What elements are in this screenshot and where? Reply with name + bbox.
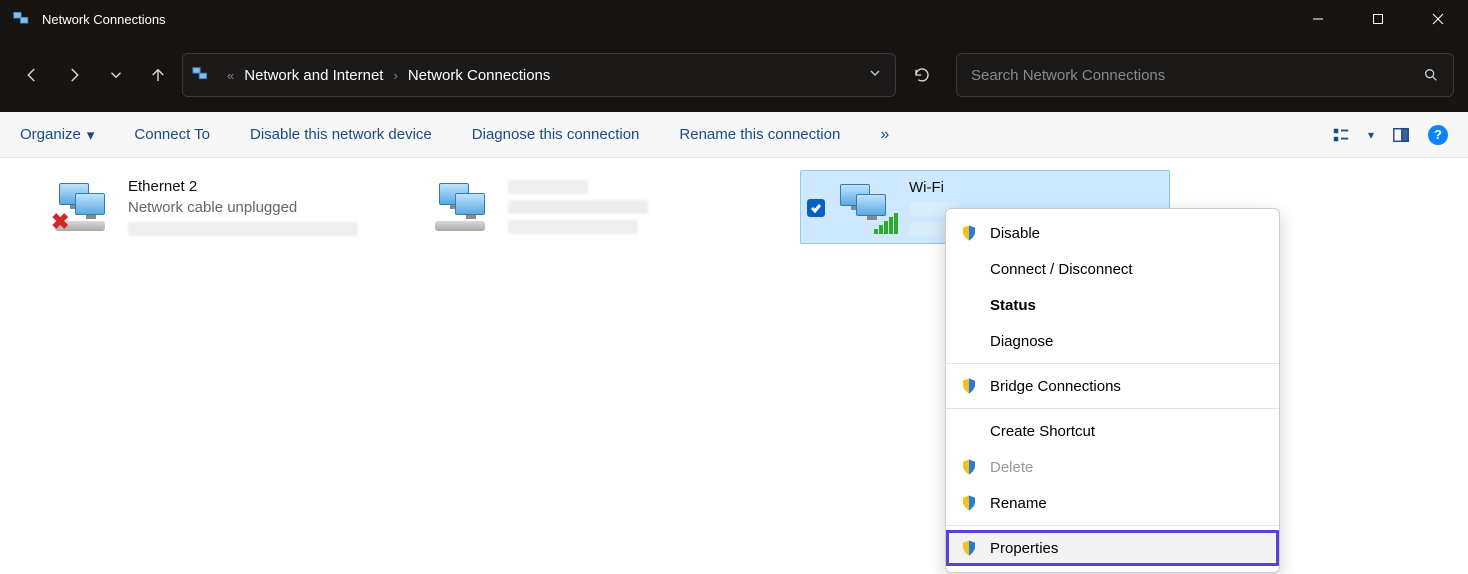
ctx-rename[interactable]: Rename: [946, 485, 1279, 521]
view-options-button[interactable]: [1332, 126, 1350, 144]
ctx-bridge[interactable]: Bridge Connections: [946, 368, 1279, 404]
selection-check-icon: [807, 199, 825, 217]
ctx-delete: Delete: [946, 449, 1279, 485]
adapter-item-ethernet[interactable]: ✖ Ethernet 2 Network cable unplugged: [40, 170, 410, 244]
ctx-create-shortcut[interactable]: Create Shortcut: [946, 413, 1279, 449]
command-bar: Organize ▾ Connect To Disable this netwo…: [0, 112, 1468, 158]
ctx-label: Properties: [990, 540, 1265, 557]
help-button[interactable]: ?: [1428, 125, 1448, 145]
preview-pane-button[interactable]: [1392, 126, 1410, 144]
adapter-item-generic[interactable]: [420, 170, 790, 244]
shield-icon: [960, 539, 978, 557]
overflow-button[interactable]: »: [880, 126, 889, 144]
adapter-status-redacted: [508, 200, 648, 214]
shield-icon: [960, 458, 978, 476]
ctx-label: Diagnose: [990, 333, 1265, 350]
adapter-icon: [829, 177, 899, 237]
disable-device-label: Disable this network device: [250, 126, 432, 143]
ctx-label: Connect / Disconnect: [990, 261, 1265, 278]
shield-icon: [960, 377, 978, 395]
ctx-label: Create Shortcut: [990, 423, 1265, 440]
forward-button[interactable]: [56, 57, 92, 93]
search-box[interactable]: [956, 53, 1454, 97]
rename-connection-button[interactable]: Rename this connection: [679, 126, 840, 143]
chevron-right-icon: ›: [387, 68, 403, 83]
back-button[interactable]: [14, 57, 50, 93]
context-menu: Disable Connect / Disconnect Status Diag…: [945, 208, 1280, 573]
ctx-separator: [946, 408, 1279, 409]
window-title: Network Connections: [42, 12, 166, 27]
breadcrumb-seg-2[interactable]: Network Connections: [408, 67, 551, 84]
navbar: « Network and Internet › Network Connect…: [0, 38, 1468, 112]
ctx-diagnose[interactable]: Diagnose: [946, 323, 1279, 359]
adapter-icon: [428, 176, 498, 236]
ctx-separator: [946, 525, 1279, 526]
diagnose-connection-button[interactable]: Diagnose this connection: [472, 126, 640, 143]
ctx-status[interactable]: Status: [946, 287, 1279, 323]
search-icon: [1423, 67, 1439, 83]
address-bar[interactable]: « Network and Internet › Network Connect…: [182, 53, 896, 97]
up-button[interactable]: [140, 57, 176, 93]
adapter-name: Wi-Fi: [909, 179, 959, 196]
shield-icon: [960, 224, 978, 242]
adapter-detail-redacted: [128, 222, 358, 236]
chevron-down-icon: ▾: [87, 126, 95, 144]
location-icon: [191, 64, 213, 86]
ctx-separator: [946, 363, 1279, 364]
ctx-label: Rename: [990, 495, 1265, 512]
recent-locations-button[interactable]: [98, 57, 134, 93]
refresh-button[interactable]: [902, 55, 942, 95]
connect-to-button[interactable]: Connect To: [134, 126, 210, 143]
adapter-status: Network cable unplugged: [128, 199, 358, 216]
disable-device-button[interactable]: Disable this network device: [250, 126, 432, 143]
adapter-detail-redacted: [508, 220, 638, 234]
ctx-label: Delete: [990, 459, 1265, 476]
connect-to-label: Connect To: [134, 126, 210, 143]
breadcrumb-root-chevron[interactable]: «: [221, 68, 240, 83]
organize-label: Organize: [20, 126, 81, 143]
close-button[interactable]: [1408, 0, 1468, 38]
breadcrumb-seg-1[interactable]: Network and Internet: [244, 67, 383, 84]
rename-label: Rename this connection: [679, 126, 840, 143]
app-icon: [12, 9, 32, 29]
ctx-properties[interactable]: Properties: [946, 530, 1279, 566]
ctx-connect-disconnect[interactable]: Connect / Disconnect: [946, 251, 1279, 287]
address-history-button[interactable]: [867, 65, 887, 85]
ctx-label: Status: [990, 297, 1265, 314]
search-input[interactable]: [971, 67, 1423, 84]
adapter-name-redacted: [508, 180, 588, 194]
maximize-button[interactable]: [1348, 0, 1408, 38]
ctx-label: Disable: [990, 225, 1265, 242]
titlebar: Network Connections: [0, 0, 1468, 38]
chevron-down-icon[interactable]: ▾: [1368, 128, 1374, 142]
shield-icon: [960, 494, 978, 512]
diagnose-label: Diagnose this connection: [472, 126, 640, 143]
ctx-label: Bridge Connections: [990, 378, 1265, 395]
minimize-button[interactable]: [1288, 0, 1348, 38]
organize-button[interactable]: Organize ▾: [20, 126, 94, 144]
ctx-disable[interactable]: Disable: [946, 215, 1279, 251]
adapter-name: Ethernet 2: [128, 178, 358, 195]
adapter-icon: ✖: [48, 176, 118, 236]
